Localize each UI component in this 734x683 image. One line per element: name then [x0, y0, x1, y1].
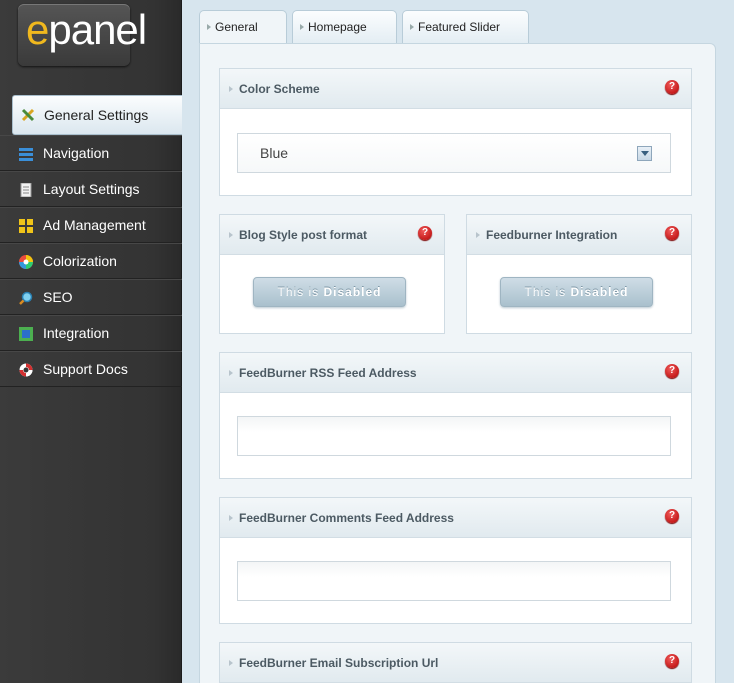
sidebar-item-navigation[interactable]: Navigation [0, 135, 182, 171]
bullet-icon [229, 660, 233, 666]
help-icon[interactable]: ? [665, 509, 679, 523]
color-scheme-box: Color Scheme ? Blue [219, 68, 692, 196]
sidebar-item-label: Support Docs [43, 361, 128, 377]
select-value: Blue [260, 145, 289, 161]
help-icon[interactable]: ? [665, 80, 679, 94]
blog-style-box: Blog Style post format ? This is Disable… [219, 214, 445, 334]
sidebar-nav: General Settings Navigation Layout Setti… [0, 95, 182, 387]
sidebar-item-integration[interactable]: Integration [0, 315, 182, 351]
help-icon[interactable]: ? [665, 226, 679, 240]
email-subscription-box: FeedBurner Email Subscription Url ? [219, 642, 692, 683]
box-header: Blog Style post format ? [220, 215, 444, 255]
box-header: FeedBurner Email Subscription Url ? [220, 643, 691, 683]
arrow-icon [207, 24, 211, 30]
comments-feed-box: FeedBurner Comments Feed Address ? [219, 497, 692, 624]
tab-label: Homepage [308, 20, 367, 34]
box-header: Color Scheme ? [220, 69, 691, 109]
box-title: FeedBurner RSS Feed Address [239, 366, 417, 380]
sidebar-item-label: SEO [43, 289, 73, 305]
arrow-icon [300, 24, 304, 30]
box-title: Feedburner Integration [486, 228, 618, 242]
sidebar-item-layout-settings[interactable]: Layout Settings [0, 171, 182, 207]
box-title: FeedBurner Email Subscription Url [239, 656, 439, 670]
tab-homepage[interactable]: Homepage [292, 10, 397, 44]
sidebar-item-label: Layout Settings [43, 181, 140, 197]
tab-featured-slider[interactable]: Featured Slider [402, 10, 529, 44]
sidebar-item-label: Colorization [43, 253, 117, 269]
grid-icon [19, 219, 33, 233]
tools-icon [21, 108, 35, 122]
tab-label: General [215, 20, 258, 34]
sidebar-item-colorization[interactable]: Colorization [0, 243, 182, 279]
box-header: Feedburner Integration ? [467, 215, 691, 255]
help-icon[interactable]: ? [665, 364, 679, 378]
sidebar-item-label: General Settings [44, 107, 149, 123]
bullet-icon [229, 370, 233, 376]
box-title: Color Scheme [239, 82, 320, 96]
tab-general[interactable]: General [199, 10, 287, 46]
comments-feed-input[interactable] [237, 561, 671, 601]
sidebar-item-label: Integration [43, 325, 110, 341]
bullet-icon [229, 232, 233, 238]
lifebuoy-icon [19, 363, 33, 377]
sidebar-item-seo[interactable]: SEO [0, 279, 182, 315]
magnifier-icon [19, 291, 33, 305]
rss-feed-box: FeedBurner RSS Feed Address ? [219, 352, 692, 479]
logo-text: epanel [26, 6, 147, 53]
bullet-icon [229, 86, 233, 92]
sidebar-item-general-settings[interactable]: General Settings [12, 95, 182, 135]
help-icon[interactable]: ? [665, 654, 679, 668]
box-title: Blog Style post format [239, 228, 368, 242]
rss-feed-input[interactable] [237, 416, 671, 456]
box-header: FeedBurner Comments Feed Address ? [220, 498, 691, 538]
sidebar: epanel General Settings Navigation Layou… [0, 0, 182, 683]
navigation-icon [19, 148, 33, 161]
color-wheel-icon [19, 255, 33, 269]
settings-panel: Color Scheme ? Blue Blog Style post form… [199, 43, 716, 683]
sidebar-item-ad-management[interactable]: Ad Management [0, 207, 182, 243]
feedburner-integration-box: Feedburner Integration ? This is Disable… [466, 214, 692, 334]
bullet-icon [476, 232, 480, 238]
box-header: FeedBurner RSS Feed Address ? [220, 353, 691, 393]
arrow-icon [410, 24, 414, 30]
color-scheme-select[interactable]: Blue [237, 133, 671, 173]
epanel-logo: epanel [18, 4, 147, 66]
integration-icon [19, 327, 33, 341]
sidebar-item-support-docs[interactable]: Support Docs [0, 351, 182, 387]
help-icon[interactable]: ? [418, 226, 432, 240]
chevron-down-icon[interactable] [637, 146, 652, 161]
bullet-icon [229, 515, 233, 521]
box-title: FeedBurner Comments Feed Address [239, 511, 454, 525]
sidebar-item-label: Ad Management [43, 217, 146, 233]
sidebar-item-label: Navigation [43, 145, 110, 161]
feedburner-toggle-button[interactable]: This is Disabled [500, 277, 653, 307]
tab-label: Featured Slider [418, 20, 501, 34]
document-icon [20, 183, 32, 197]
blog-style-toggle-button[interactable]: This is Disabled [253, 277, 406, 307]
